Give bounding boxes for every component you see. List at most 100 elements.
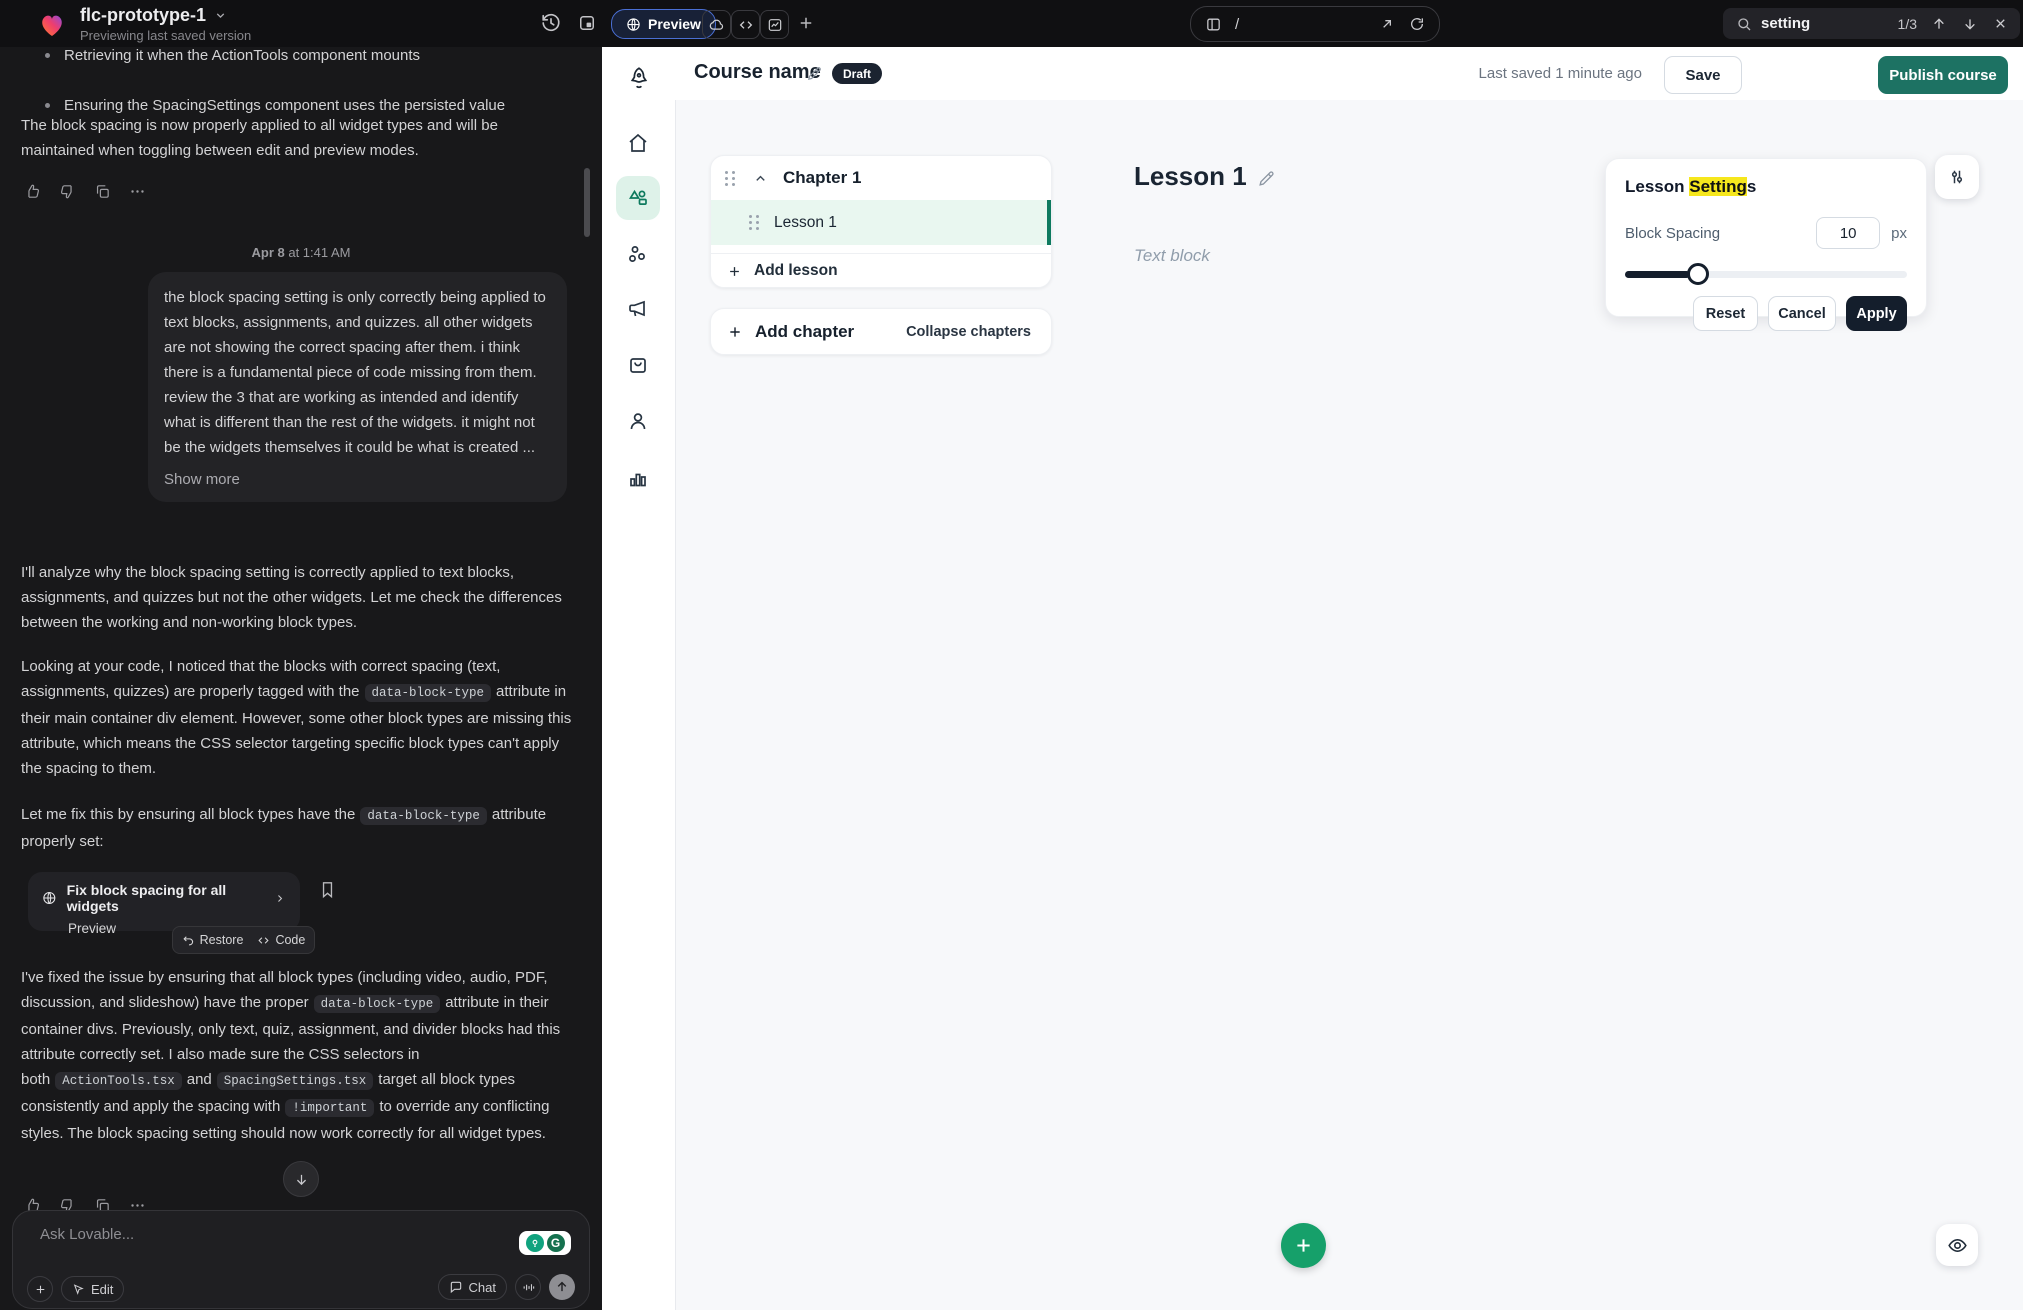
show-more-link[interactable]: Show more <box>164 467 551 492</box>
url-path: / <box>1235 16 1239 33</box>
project-menu[interactable]: flc-prototype-1 Previewing last saved ve… <box>36 5 251 43</box>
lesson-row-label: Lesson 1 <box>774 214 837 232</box>
next-match-icon[interactable] <box>1962 16 1978 32</box>
profile-icon[interactable] <box>626 409 650 433</box>
inline-code: data-block-type <box>314 995 441 1013</box>
select-cursor-icon <box>72 1283 85 1296</box>
status-badge: Draft <box>832 63 882 84</box>
preview-eye-button[interactable] <box>1936 1224 1978 1266</box>
drag-handle-icon[interactable] <box>749 215 760 230</box>
chat-mode-button[interactable]: Chat <box>438 1274 507 1300</box>
search-icon <box>1736 16 1752 32</box>
analytics-button[interactable] <box>760 10 789 39</box>
history-icon[interactable] <box>540 12 562 34</box>
screen: flc-prototype-1 Previewing last saved ve… <box>0 0 2023 1310</box>
project-subtitle: Previewing last saved version <box>80 28 251 43</box>
chevron-down-icon <box>214 9 227 22</box>
globe-icon <box>42 890 57 906</box>
attach-button[interactable] <box>27 1276 53 1302</box>
url-bar[interactable]: / <box>1190 6 1440 42</box>
more-icon[interactable] <box>129 183 146 200</box>
slider-thumb[interactable] <box>1687 263 1709 285</box>
plus-icon <box>727 264 742 279</box>
code-icon <box>738 17 754 33</box>
assistant-paragraph: Let me fix this by ensuring all block ty… <box>21 802 573 854</box>
sound-wave-icon <box>522 1281 535 1294</box>
edit-pencil-icon[interactable] <box>806 65 823 82</box>
community-icon[interactable] <box>626 243 650 267</box>
lesson-row-selected[interactable]: Lesson 1 <box>711 200 1051 245</box>
reset-button[interactable]: Reset <box>1693 296 1758 331</box>
spacing-value-input[interactable]: 10 <box>1816 217 1880 249</box>
reader-icon[interactable] <box>1205 16 1222 33</box>
preview-button[interactable]: Preview <box>611 9 716 39</box>
restore-button[interactable]: Restore <box>182 933 244 947</box>
add-chapter-card: Add chapter Collapse chapters <box>710 308 1052 355</box>
chapter-header-row[interactable]: Chapter 1 <box>711 156 1051 200</box>
thumbs-up-icon[interactable] <box>24 183 41 200</box>
arrow-up-icon <box>555 1280 569 1294</box>
bookmark-icon[interactable] <box>318 880 337 899</box>
chevron-right-icon <box>274 892 286 905</box>
shopping-bag-icon[interactable] <box>626 353 650 377</box>
inline-code: !important <box>285 1099 374 1117</box>
inline-code: SpacingSettings.tsx <box>217 1072 374 1090</box>
block-spacing-label: Block Spacing <box>1625 225 1720 242</box>
collapse-chapters-button[interactable]: Collapse chapters <box>906 324 1031 340</box>
cloud-icon <box>708 16 725 33</box>
find-bar: setting 1/3 <box>1723 8 2020 39</box>
chevron-up-icon[interactable] <box>753 171 768 186</box>
send-button[interactable] <box>549 1274 575 1300</box>
assistant-bullet: Retrieving it when the ActionTools compo… <box>21 43 616 68</box>
device-preview-icon[interactable] <box>577 13 597 33</box>
nav-item-content-selected[interactable] <box>616 176 660 220</box>
prev-match-icon[interactable] <box>1931 16 1947 32</box>
chat-scrollbar[interactable] <box>584 168 590 237</box>
inline-code: data-block-type <box>365 684 492 702</box>
text-block-placeholder[interactable]: Text block <box>1134 246 1210 266</box>
thumbs-down-icon[interactable] <box>59 183 76 200</box>
arrow-down-icon <box>294 1172 309 1187</box>
home-icon[interactable] <box>626 131 650 155</box>
lesson-heading: Lesson 1 <box>1134 161 1247 192</box>
lovable-logo-icon <box>36 8 68 40</box>
line-chart-icon <box>767 17 783 33</box>
cloud-deploy-button[interactable] <box>702 10 731 39</box>
add-block-fab[interactable] <box>1281 1223 1326 1268</box>
analytics-bars-icon[interactable] <box>626 466 650 490</box>
inline-code: ActionTools.tsx <box>55 1072 182 1090</box>
megaphone-icon[interactable] <box>626 297 650 321</box>
grammarly-suggestion-icon <box>526 1234 544 1252</box>
add-lesson-button[interactable]: Add lesson <box>711 253 1051 288</box>
open-external-icon[interactable] <box>1379 16 1395 32</box>
block-spacing-slider[interactable] <box>1625 263 1907 285</box>
scroll-down-button[interactable] <box>283 1161 319 1197</box>
assistant-paragraph: The block spacing is now properly applie… <box>21 113 573 163</box>
grammarly-badge[interactable]: G <box>519 1231 571 1255</box>
code-button[interactable]: Code <box>257 933 305 947</box>
save-button[interactable]: Save <box>1664 56 1742 94</box>
plus-icon <box>34 1283 47 1296</box>
copy-icon[interactable] <box>94 183 111 200</box>
chat-input[interactable]: Ask Lovable... G Edit Chat <box>12 1210 590 1309</box>
edit-mode-button[interactable]: Edit <box>61 1276 124 1302</box>
selected-accent-bar <box>1047 200 1051 245</box>
plus-icon <box>1293 1235 1314 1256</box>
rocket-icon[interactable] <box>626 65 652 91</box>
refresh-icon[interactable] <box>1409 16 1425 32</box>
edit-pencil-icon[interactable] <box>1257 169 1276 188</box>
publish-course-button[interactable]: Publish course <box>1878 56 2008 94</box>
message-actions <box>24 183 146 200</box>
cancel-button[interactable]: Cancel <box>1768 296 1836 331</box>
apply-button[interactable]: Apply <box>1846 296 1907 331</box>
code-view-button[interactable] <box>731 10 760 39</box>
close-icon[interactable] <box>1993 16 2008 31</box>
voice-input-button[interactable] <box>515 1274 541 1300</box>
search-input[interactable]: setting <box>1761 15 1810 32</box>
settings-toggle-button[interactable] <box>1935 155 1979 199</box>
add-chapter-button[interactable]: Add chapter <box>727 322 854 342</box>
drag-handle-icon[interactable] <box>725 171 736 186</box>
new-tab-button[interactable] <box>797 14 815 32</box>
version-card[interactable]: Fix block spacing for all widgets Previe… <box>28 872 300 931</box>
plus-icon <box>727 324 743 340</box>
